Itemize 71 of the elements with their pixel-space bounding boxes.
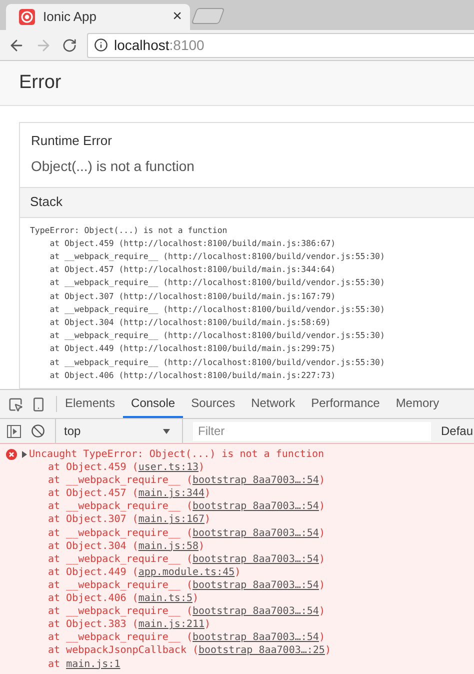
stack-frame: at Object.459 (user.ts:13)	[0, 461, 474, 474]
device-toolbar-icon[interactable]	[31, 396, 46, 412]
error-icon	[6, 449, 17, 460]
reload-icon[interactable]	[62, 38, 77, 52]
page-title: Error	[19, 70, 62, 95]
stack-frame: at main.js:1	[0, 658, 474, 671]
source-link[interactable]: bootstrap 8aa7003…:25	[198, 645, 325, 656]
expand-triangle-icon[interactable]	[22, 451, 27, 458]
stack-line: at Object.307 (http://localhost:8100/build/main.js:167:79)	[48, 290, 337, 303]
app-logo-icon	[19, 9, 35, 25]
info-icon	[94, 38, 108, 52]
sidebar-toggle-icon[interactable]	[7, 424, 21, 438]
stack-frame: at Object.383 (main.js:211)	[0, 618, 474, 632]
devtools-tab[interactable]: Network	[243, 390, 304, 418]
stack-line: at Object.457 (http://localhost:8100/build/main.js:344:64)	[48, 263, 337, 276]
stack-line: at Object.459 (http://localhost:8100/build/main.js:386:67)	[48, 236, 337, 250]
stack-frame: at Object.449 (app.module.ts:45)	[0, 566, 474, 579]
devtools-tab[interactable]: Sources	[183, 390, 244, 418]
clear-console-icon[interactable]	[31, 424, 45, 438]
address-field[interactable]: localhost:8100	[87, 32, 474, 58]
stack-line: at __webpack_require__ (http://localhost:8100/build/vendor.js:55:30)	[48, 276, 386, 290]
source-link[interactable]: main.js:58	[138, 540, 199, 552]
source-link[interactable]: bootstrap 8aa7003…:54	[192, 501, 319, 512]
source-link[interactable]: bootstrap 8aa7003…:54	[192, 632, 319, 644]
tab-title: Ionic App	[43, 8, 98, 26]
filter-field[interactable]: Filter	[193, 422, 431, 440]
source-link[interactable]: app.module.ts:45	[138, 566, 235, 578]
stack-heading: Stack	[30, 193, 63, 212]
source-link[interactable]: main.js:344	[138, 488, 205, 500]
stack-frame: at __webpack_require__ (bootstrap 8aa7003…:54)	[0, 526, 474, 540]
stack-line: at Object.449 (http://localhost:8100/build/main.js:299:75)	[48, 342, 337, 356]
levels-dropdown[interactable]: Defau	[441, 422, 474, 440]
source-link[interactable]: bootstrap 8aa7003…:54	[192, 580, 319, 591]
url-text: localhost:8100	[114, 36, 204, 54]
stack-line: TypeError: Object(...) is not a function	[30, 224, 228, 237]
source-link[interactable]: bootstrap 8aa7003…:54	[192, 528, 319, 539]
stack-frame: at __webpack_require__ (bootstrap 8aa7003…:54)	[0, 552, 474, 566]
stack-line: at Object.304 (http://localhost:8100/build/main.js:58:69)	[48, 316, 332, 329]
source-link[interactable]: main.js:167	[138, 514, 205, 526]
source-link[interactable]: user.ts:13	[138, 462, 199, 474]
stack-line: at __webpack_require__ (http://localhost:8100/build/vendor.js:55:30)	[48, 356, 386, 369]
source-link[interactable]: bootstrap 8aa7003…:54	[192, 606, 319, 618]
source-link[interactable]: main.js:211	[138, 619, 205, 630]
stack-frame: at __webpack_require__ (bootstrap 8aa7003…:54)	[0, 474, 474, 488]
devtools-tab[interactable]: Memory	[388, 390, 448, 418]
error-message: Uncaught TypeError: Object(...) is not a function	[29, 448, 324, 462]
stack-line: at __webpack_require__ (http://localhost:8100/build/vendor.js:55:30)	[48, 302, 386, 316]
source-link[interactable]: main.ts:5	[138, 593, 192, 604]
stack-frame: at Object.457 (main.js:344)	[0, 487, 474, 500]
stack-frame: at __webpack_require__ (bootstrap 8aa7003…:54)	[0, 578, 474, 592]
error-message: Object(...) is not a function	[31, 156, 196, 176]
stack-line: at __webpack_require__ (http://localhost:8100/build/vendor.js:55:30)	[48, 329, 386, 342]
stack-frame: at __webpack_require__ (bootstrap 8aa7003…:54)	[0, 605, 474, 618]
devtools-tab[interactable]: Elements	[57, 390, 124, 418]
tab-close-button[interactable]: ×	[172, 9, 182, 25]
stack-frame: at __webpack_require__ (bootstrap 8aa7003…:54)	[0, 500, 474, 514]
devtools-tab[interactable]: Performance	[303, 390, 388, 418]
source-link[interactable]: main.js:1	[66, 658, 120, 670]
error-type: Runtime Error	[31, 132, 113, 150]
stack-frame: at webpackJsonpCallback (bootstrap 8aa7003…:25)	[0, 644, 474, 658]
stack-frame: at Object.307 (main.js:167)	[0, 513, 474, 527]
source-link[interactable]: bootstrap 8aa7003…:54	[192, 475, 319, 486]
stack-line: at __webpack_require__ (http://localhost:8100/build/vendor.js:55:30)	[48, 250, 386, 263]
stack-line: at Object.406 (http://localhost:8100/build/main.js:227:73)	[48, 368, 337, 382]
stack-frame: at Object.406 (main.ts:5)	[0, 592, 474, 606]
source-link[interactable]: bootstrap 8aa7003…:54	[192, 554, 319, 565]
dropdown-caret-icon	[163, 428, 170, 434]
stack-frame: at __webpack_require__ (bootstrap 8aa7003…:54)	[0, 631, 474, 644]
stack-frame: at Object.304 (main.js:58)	[0, 540, 474, 553]
inspect-icon[interactable]	[8, 396, 23, 412]
browser-tab[interactable]: Ionic App ×	[6, 4, 190, 30]
